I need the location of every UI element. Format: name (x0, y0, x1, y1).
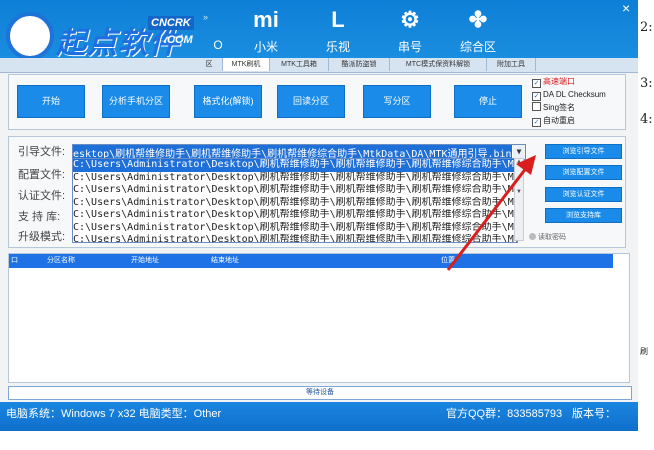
arrow-shaft (446, 166, 529, 271)
arrow-head (516, 155, 536, 175)
annotation-arrow-icon (446, 155, 536, 271)
